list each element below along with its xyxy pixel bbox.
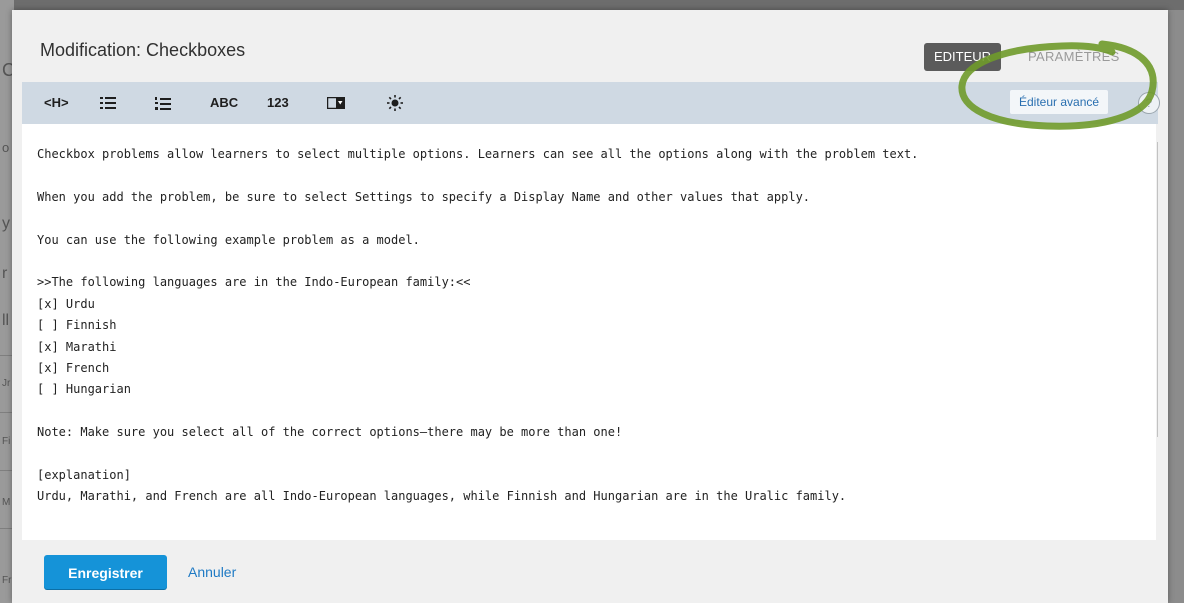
bulleted-list-icon bbox=[100, 97, 116, 109]
explanation-icon bbox=[387, 95, 403, 111]
editor-line: >>The following languages are in the Ind… bbox=[37, 275, 471, 290]
modal-footer: Enregistrer Annuler bbox=[12, 540, 1168, 603]
editor-toolbar: <H> ABC 123 Éditeur avancé ? bbox=[22, 82, 1160, 124]
dropdown-icon bbox=[327, 97, 345, 109]
bg-fragment: Jr bbox=[2, 378, 11, 389]
explanation-button[interactable] bbox=[387, 82, 403, 124]
editor-line: When you add the problem, be sure to sel… bbox=[37, 189, 811, 204]
edit-modal: Modification: Checkboxes EDITEUR PARAMÈT… bbox=[12, 10, 1168, 603]
editor-line: Checkbox problems allow learners to sele… bbox=[37, 147, 919, 161]
bg-fragment: Fr bbox=[2, 575, 12, 586]
settings-mode-button[interactable]: PARAMÈTRES bbox=[1018, 43, 1130, 71]
bg-fragment: y bbox=[2, 215, 10, 232]
text-input-button[interactable]: ABC bbox=[210, 82, 238, 124]
numbered-list-icon bbox=[155, 96, 171, 110]
numeric-input-button[interactable]: 123 bbox=[267, 82, 289, 124]
modal-title: Modification: Checkboxes bbox=[40, 40, 246, 60]
modal-header: Modification: Checkboxes EDITEUR PARAMÈT… bbox=[12, 10, 1168, 82]
bg-fragment: M bbox=[2, 497, 11, 508]
editor-line: [ ] Finnish bbox=[37, 318, 117, 333]
editor-content[interactable]: Checkbox problems allow learners to sele… bbox=[37, 144, 1137, 508]
dropdown-button[interactable] bbox=[327, 82, 345, 124]
editor-line: Note: Make sure you select all of the co… bbox=[37, 425, 623, 440]
help-button[interactable]: ? bbox=[1138, 92, 1160, 114]
heading-button[interactable]: <H> bbox=[44, 82, 69, 124]
background-topbar bbox=[0, 0, 1184, 10]
editor-line: [ ] Hungarian bbox=[37, 382, 131, 397]
scroll-up-icon[interactable]: ⌃ bbox=[1156, 126, 1158, 140]
editor-line: [x] Marathi bbox=[37, 339, 117, 354]
scroll-thumb[interactable] bbox=[1157, 142, 1158, 437]
bg-fragment: Fi bbox=[2, 436, 11, 447]
editor-line: [x] Urdu bbox=[37, 296, 95, 311]
scroll-down-icon[interactable]: ⌄ bbox=[1156, 499, 1158, 513]
save-button[interactable]: Enregistrer bbox=[44, 555, 167, 589]
problem-editor[interactable]: Checkbox problems allow learners to sele… bbox=[22, 124, 1158, 540]
bg-fragment: ll bbox=[2, 312, 10, 329]
editor-scrollbar[interactable]: ⌃ ⌄ bbox=[1156, 124, 1158, 540]
bg-fragment: o bbox=[2, 140, 10, 155]
cancel-link[interactable]: Annuler bbox=[188, 555, 236, 589]
bg-fragment: r bbox=[2, 265, 8, 282]
advanced-editor-button[interactable]: Éditeur avancé bbox=[1010, 90, 1109, 114]
editor-line: You can use the following example proble… bbox=[37, 232, 420, 247]
editor-line: [x] French bbox=[37, 360, 110, 375]
editor-line: [explanation] bbox=[37, 467, 131, 482]
numbered-list-button[interactable] bbox=[155, 82, 171, 124]
editor-mode-button[interactable]: EDITEUR bbox=[924, 43, 1002, 71]
bulleted-list-button[interactable] bbox=[100, 82, 116, 124]
editor-line: Urdu, Marathi, and French are all Indo-E… bbox=[37, 489, 847, 504]
